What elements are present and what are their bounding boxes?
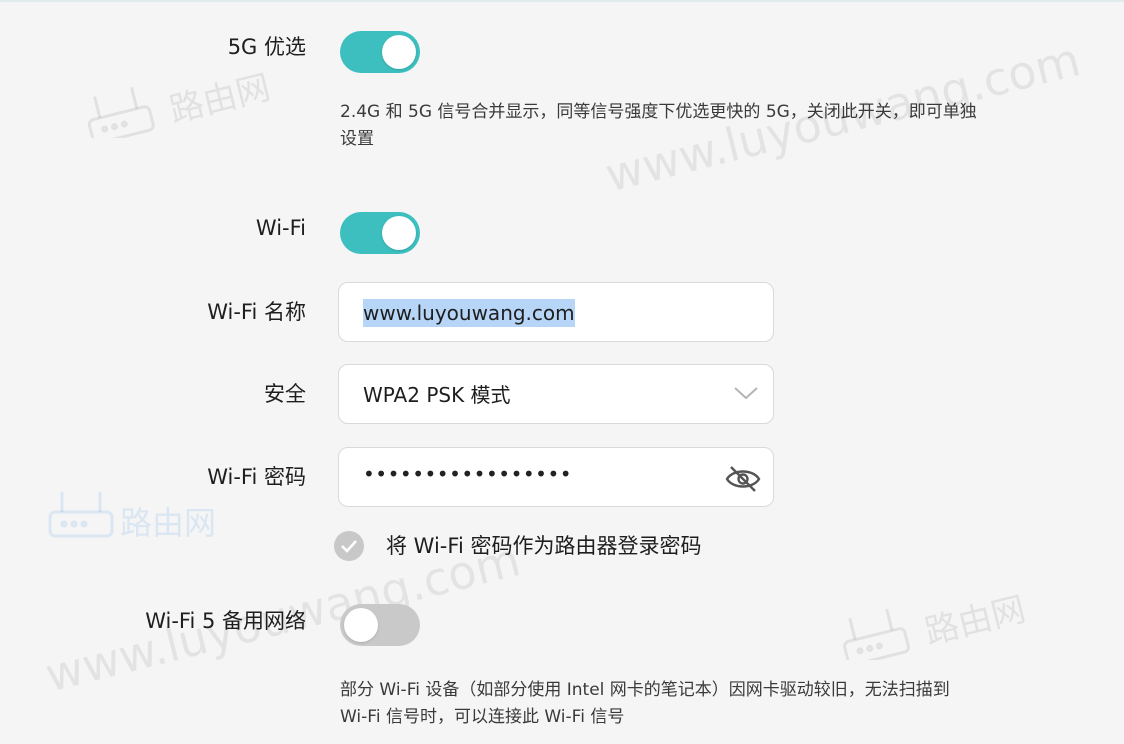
wifi-label: Wi-Fi [255, 216, 306, 240]
wifi5-backup-label: Wi-Fi 5 备用网络 [145, 609, 306, 633]
watermark-brand: 路由网 [166, 67, 275, 130]
five-g-preferred-description: 2.4G 和 5G 信号合并显示，同等信号强度下优选更快的 5G，关闭此开关，即… [340, 102, 977, 149]
wifi-name-label: Wi-Fi 名称 [207, 300, 306, 324]
five-g-preferred-toggle[interactable] [340, 31, 420, 73]
chevron-down-icon [734, 387, 758, 400]
wifi-settings-page: www.luyouwang.com www.luyouwang.com 路由网 … [0, 0, 1124, 744]
use-as-login-checkbox[interactable] [334, 531, 364, 561]
toggle-knob [382, 216, 416, 250]
wifi-name-value: www.luyouwang.com [363, 299, 575, 327]
watermark-logo-icon: 路由网 [843, 589, 1030, 660]
toggle-knob [382, 35, 416, 69]
watermark-logo-icon: 路由网 [87, 67, 275, 138]
watermark-brand: 路由网 [120, 504, 216, 542]
watermark-logo-icon: 路由网 [48, 492, 216, 542]
wifi5-backup-description: 部分 Wi-Fi 设备（如部分使用 Intel 网卡的笔记本）因网卡驱动较旧，无… [340, 680, 950, 727]
security-label: 安全 [264, 382, 306, 406]
five-g-preferred-label: 5G 优选 [227, 35, 306, 59]
use-as-login-label: 将 Wi-Fi 密码作为路由器登录密码 [386, 534, 702, 558]
wifi-name-input[interactable]: www.luyouwang.com [338, 282, 774, 342]
wifi-toggle[interactable] [340, 212, 420, 254]
top-divider [0, 0, 1124, 2]
wifi-password-input[interactable]: ••••••••••••••••• [338, 447, 774, 507]
security-selected-value: WPA2 PSK 模式 [363, 383, 511, 407]
toggle-knob [344, 608, 378, 642]
watermark-brand: 路由网 [921, 589, 1030, 652]
check-icon [341, 540, 357, 553]
wifi-password-label: Wi-Fi 密码 [207, 465, 306, 489]
eye-hidden-icon[interactable] [723, 462, 763, 494]
wifi5-backup-toggle[interactable] [340, 604, 420, 646]
security-select[interactable]: WPA2 PSK 模式 [338, 364, 774, 424]
use-as-login-row: 将 Wi-Fi 密码作为路由器登录密码 [334, 530, 701, 562]
wifi-password-value: ••••••••••••••••• [363, 462, 573, 486]
